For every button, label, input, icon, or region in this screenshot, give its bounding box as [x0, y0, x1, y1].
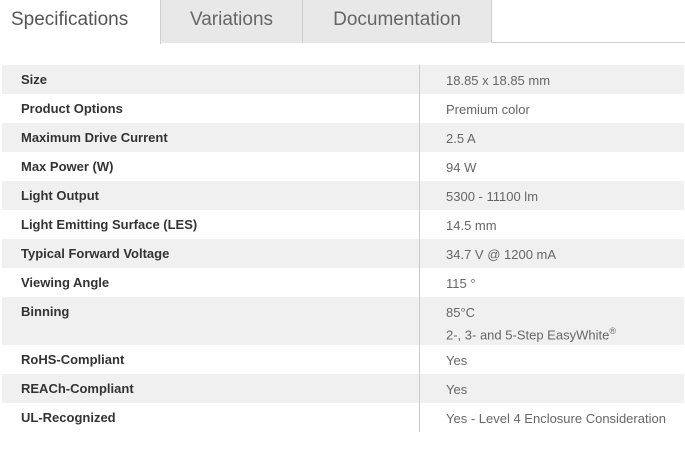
spec-row-forward-voltage: Typical Forward Voltage 34.7 V @ 1200 mA — [2, 239, 684, 268]
spec-value: 14.5 mm — [446, 218, 497, 233]
spec-label: Light Output — [2, 181, 420, 210]
spec-row-size: Size 18.85 x 18.85 mm — [2, 65, 684, 94]
spec-label: Maximum Drive Current — [2, 123, 420, 152]
spec-label: UL-Recognized — [2, 403, 420, 432]
spec-value: 34.7 V @ 1200 mA — [446, 247, 557, 262]
spec-label: Binning — [2, 297, 420, 345]
tab-variations[interactable]: Variations — [161, 0, 303, 43]
spec-value: 115 ° — [446, 276, 476, 291]
spec-label: RoHS-Compliant — [2, 345, 420, 374]
spec-label: Max Power (W) — [2, 152, 420, 181]
spec-row-max-drive-current: Maximum Drive Current 2.5 A — [2, 123, 684, 152]
spec-row-light-output: Light Output 5300 - 11100 lm — [2, 181, 684, 210]
spec-label: Light Emitting Surface (LES) — [2, 210, 420, 239]
spec-row-max-power: Max Power (W) 94 W — [2, 152, 684, 181]
spec-label: Viewing Angle — [2, 268, 420, 297]
spec-row-les: Light Emitting Surface (LES) 14.5 mm — [2, 210, 684, 239]
spec-value: Premium color — [446, 102, 530, 117]
tab-documentation[interactable]: Documentation — [303, 0, 492, 43]
spec-row-reach: REACh-Compliant Yes — [2, 374, 684, 403]
spec-label: REACh-Compliant — [2, 374, 420, 403]
spec-row-viewing-angle: Viewing Angle 115 ° — [2, 268, 684, 297]
tab-bar: Specifications Variations Documentation — [0, 0, 685, 44]
spec-row-product-options: Product Options Premium color — [2, 94, 684, 123]
spec-value: 94 W — [446, 160, 477, 175]
spec-value: 2.5 A — [446, 131, 476, 146]
spec-value: 5300 - 11100 lm — [446, 189, 539, 204]
spec-row-binning: Binning 85°C 2-, 3- and 5-Step EasyWhite… — [2, 297, 684, 345]
spec-label: Size — [2, 65, 420, 94]
spec-value: Yes - Level 4 Enclosure Consideration — [446, 411, 666, 426]
spec-value: 85°C 2-, 3- and 5-Step EasyWhite® — [446, 305, 616, 343]
spec-value: 18.85 x 18.85 mm — [446, 73, 551, 88]
spec-label: Product Options — [2, 94, 420, 123]
spec-row-ul: UL-Recognized Yes - Level 4 Enclosure Co… — [2, 403, 684, 432]
spec-label: Typical Forward Voltage — [2, 239, 420, 268]
spec-row-rohs: RoHS-Compliant Yes — [2, 345, 684, 374]
spec-value: Yes — [446, 353, 468, 368]
spec-value: Yes — [446, 382, 468, 397]
specifications-table: Size 18.85 x 18.85 mm Product Options Pr… — [2, 65, 684, 432]
tab-specifications[interactable]: Specifications — [0, 0, 161, 44]
